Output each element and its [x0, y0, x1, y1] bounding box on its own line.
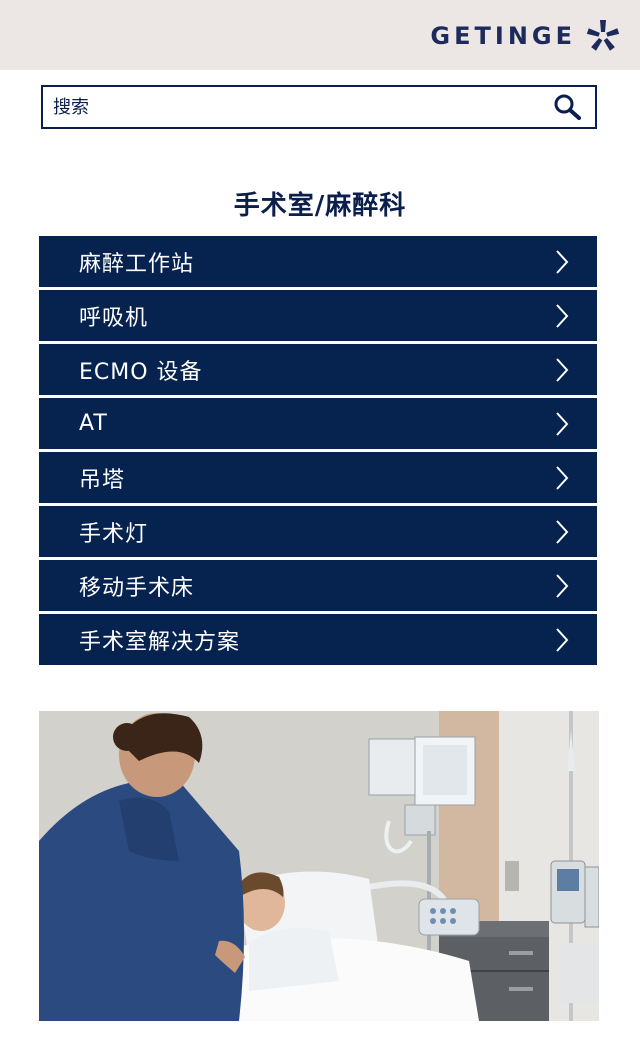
menu-item-or-solutions[interactable]: 手术室解决方案 — [39, 614, 597, 665]
menu-item-mobile-operating-table[interactable]: 移动手术床 — [39, 560, 597, 611]
menu-item-label: 手术灯 — [79, 521, 149, 547]
menu-item-pendant[interactable]: 吊塔 — [39, 452, 597, 503]
menu-item-label: 麻醉工作站 — [79, 251, 195, 277]
getinge-logo[interactable]: GETINGE — [430, 18, 620, 54]
getinge-star-icon — [586, 20, 620, 51]
search-box — [41, 85, 597, 129]
menu-item-label: 手术室解决方案 — [79, 629, 241, 655]
chevron-right-icon — [556, 573, 569, 598]
chevron-right-icon — [556, 249, 569, 274]
chevron-right-icon — [556, 357, 569, 382]
page-title: 手术室/麻醉科 — [233, 191, 407, 222]
category-menu: 麻醉工作站 呼吸机 ECMO 设备 AT 吊塔 手术灯 移动手术床 手术室解决方… — [39, 236, 597, 665]
chevron-right-icon — [556, 303, 569, 328]
top-header: GETINGE — [0, 0, 640, 70]
chevron-right-icon — [556, 627, 569, 652]
brand-name: GETINGE — [430, 22, 576, 50]
menu-item-label: 呼吸机 — [79, 305, 149, 331]
menu-item-anesthesia-workstation[interactable]: 麻醉工作站 — [39, 236, 597, 287]
menu-item-label: AT — [79, 411, 108, 436]
menu-item-label: 移动手术床 — [79, 575, 195, 601]
search-icon[interactable] — [551, 92, 585, 122]
chevron-right-icon — [556, 519, 569, 544]
chevron-right-icon — [556, 411, 569, 436]
hospital-room-illustration — [39, 711, 599, 1021]
menu-item-label: ECMO 设备 — [79, 359, 203, 385]
hero-image-nurse-with-patient — [39, 711, 599, 1021]
chevron-right-icon — [556, 465, 569, 490]
menu-item-at[interactable]: AT — [39, 398, 597, 449]
menu-item-ecmo[interactable]: ECMO 设备 — [39, 344, 597, 395]
search-input[interactable] — [53, 87, 533, 127]
menu-item-surgical-light[interactable]: 手术灯 — [39, 506, 597, 557]
menu-item-ventilator[interactable]: 呼吸机 — [39, 290, 597, 341]
menu-item-label: 吊塔 — [79, 467, 126, 493]
